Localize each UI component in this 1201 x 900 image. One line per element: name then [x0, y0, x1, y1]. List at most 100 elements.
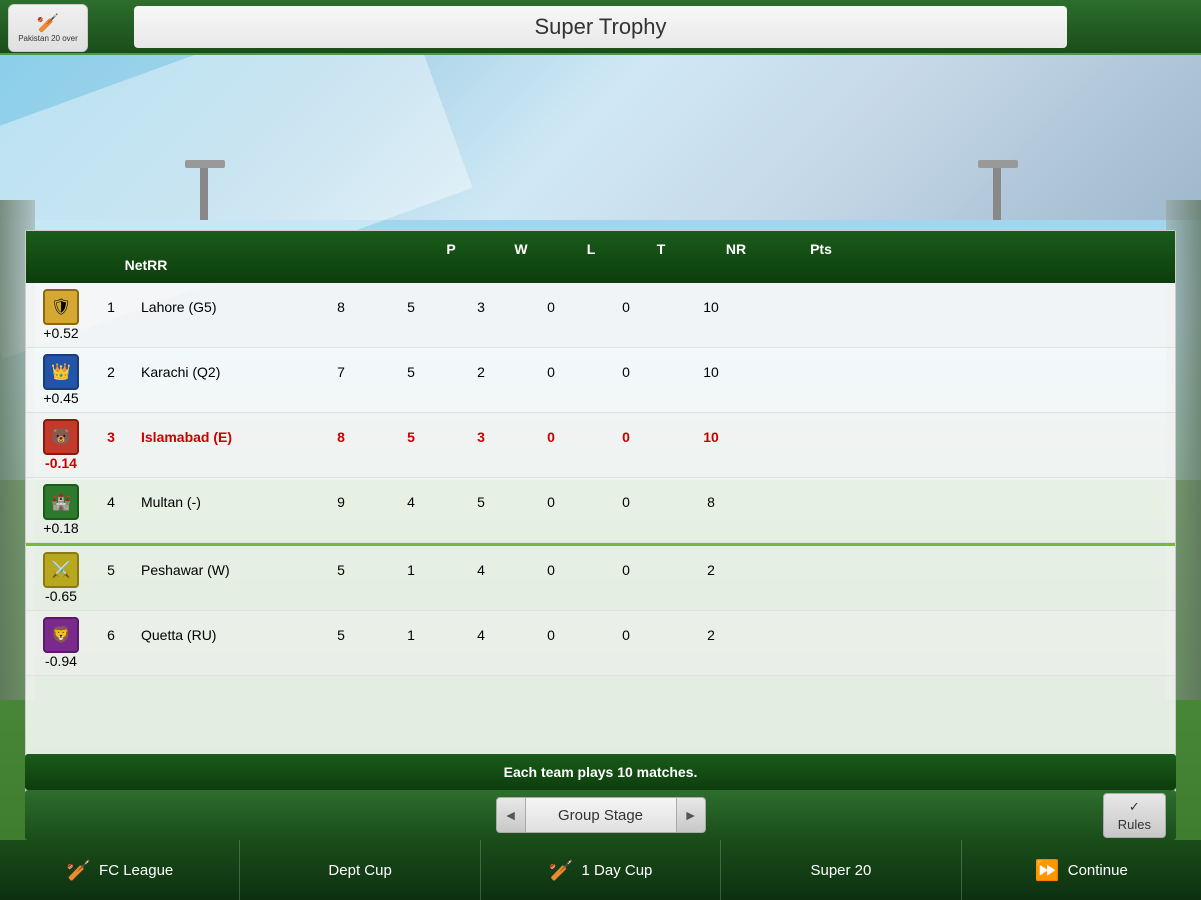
nr-lahore: 0 [586, 299, 666, 315]
nav-1day-cup-label: 1 Day Cup [582, 862, 653, 879]
rules-check-icon: ✓ [1129, 799, 1140, 815]
logo-text: Pakistan 20 over [18, 34, 78, 43]
nav-fc-league[interactable]: 🏏 FC League [0, 840, 240, 900]
pts-multan: 8 [666, 494, 756, 510]
netrr-peshawar: -0.65 [36, 588, 86, 604]
netrr-karachi: +0.45 [36, 390, 86, 406]
stage-label: Group Stage [526, 797, 676, 833]
netrr-multan: +0.18 [36, 520, 86, 536]
w-islamabad: 5 [376, 429, 446, 445]
team-name-islamabad: Islamabad (E) [136, 429, 306, 445]
pts-col-header: Pts [776, 241, 866, 257]
team-col-header [36, 241, 416, 257]
team-badge-multan: 🏰 [43, 484, 79, 520]
rank-4: 4 [86, 494, 136, 510]
w-karachi: 5 [376, 364, 446, 380]
info-bar: Each team plays 10 matches. [25, 754, 1176, 790]
info-text: Each team plays 10 matches. [504, 764, 698, 780]
p-lahore: 8 [306, 299, 376, 315]
team-name-lahore: Lahore (G5) [136, 299, 306, 315]
team-name-peshawar: Peshawar (W) [136, 562, 306, 578]
floodlight-right [993, 160, 1001, 220]
table-row: ⚔️ 5 Peshawar (W) 5 1 4 0 0 2 -0.65 [26, 546, 1175, 611]
w-lahore: 5 [376, 299, 446, 315]
p-karachi: 7 [306, 364, 376, 380]
l-karachi: 2 [446, 364, 516, 380]
w-col-header: W [486, 241, 556, 257]
stage-selector: ◄ Group Stage ► [496, 797, 706, 833]
t-lahore: 0 [516, 299, 586, 315]
team-name-karachi: Karachi (Q2) [136, 364, 306, 380]
stage-next-button[interactable]: ► [676, 797, 706, 833]
bottom-navigation: 🏏 FC League Dept Cup 🏏 1 Day Cup Super 2… [0, 840, 1201, 900]
header-bar: 🏏 Pakistan 20 over Super Trophy [0, 0, 1201, 55]
nav-super20-label: Super 20 [810, 862, 871, 879]
nr-col-header: NR [696, 241, 776, 257]
l-multan: 5 [446, 494, 516, 510]
nav-dept-cup-label: Dept Cup [328, 862, 391, 879]
rank-6: 6 [86, 627, 136, 643]
p-multan: 9 [306, 494, 376, 510]
team-badge-islamabad: 🐻 [43, 419, 79, 455]
cricket-icon-2: 🏏 [549, 858, 574, 883]
pts-peshawar: 2 [666, 562, 756, 578]
netrr-islamabad: -0.14 [36, 455, 86, 471]
pts-islamabad: 10 [666, 429, 756, 445]
nr-multan: 0 [586, 494, 666, 510]
stage-prev-button[interactable]: ◄ [496, 797, 526, 833]
rules-button[interactable]: ✓ Rules [1103, 793, 1166, 838]
l-quetta: 4 [446, 627, 516, 643]
rank-3: 3 [86, 429, 136, 445]
nav-1day-cup[interactable]: 🏏 1 Day Cup [481, 840, 721, 900]
table-row: 👑 2 Karachi (Q2) 7 5 2 0 0 10 +0.45 [26, 348, 1175, 413]
floodlight-left [200, 160, 208, 220]
nav-super20[interactable]: Super 20 [721, 840, 961, 900]
t-islamabad: 0 [516, 429, 586, 445]
rules-label: Rules [1118, 817, 1151, 832]
w-peshawar: 1 [376, 562, 446, 578]
team-name-quetta: Quetta (RU) [136, 627, 306, 643]
pts-lahore: 10 [666, 299, 756, 315]
t-peshawar: 0 [516, 562, 586, 578]
p-peshawar: 5 [306, 562, 376, 578]
rank-2: 2 [86, 364, 136, 380]
pts-karachi: 10 [666, 364, 756, 380]
page-title: Super Trophy [134, 6, 1066, 48]
nav-fc-league-label: FC League [99, 862, 173, 879]
team-name-multan: Multan (-) [136, 494, 306, 510]
l-col-header: L [556, 241, 626, 257]
continue-icon: ⏩ [1035, 858, 1060, 883]
netrr-lahore: +0.52 [36, 325, 86, 341]
cricket-ball-icon: 🏏 [37, 13, 59, 34]
cricket-icon-1: 🏏 [66, 858, 91, 883]
rank-5: 5 [86, 562, 136, 578]
t-multan: 0 [516, 494, 586, 510]
nav-dept-cup[interactable]: Dept Cup [240, 840, 480, 900]
p-islamabad: 8 [306, 429, 376, 445]
team-badge-lahore: 🛡 [43, 289, 79, 325]
nr-quetta: 0 [586, 627, 666, 643]
table-row: 🐻 3 Islamabad (E) 8 5 3 0 0 10 -0.14 [26, 413, 1175, 478]
netrr-quetta: -0.94 [36, 653, 86, 669]
team-badge-peshawar: ⚔️ [43, 552, 79, 588]
p-col-header: P [416, 241, 486, 257]
w-quetta: 1 [376, 627, 446, 643]
nr-islamabad: 0 [586, 429, 666, 445]
w-multan: 4 [376, 494, 446, 510]
team-badge-quetta: 🦁 [43, 617, 79, 653]
table-row: 🛡 1 Lahore (G5) 8 5 3 0 0 10 +0.52 [26, 283, 1175, 348]
rank-1: 1 [86, 299, 136, 315]
p-quetta: 5 [306, 627, 376, 643]
nav-continue[interactable]: ⏩ Continue [962, 840, 1201, 900]
table-row: 🦁 6 Quetta (RU) 5 1 4 0 0 2 -0.94 [26, 611, 1175, 676]
nr-peshawar: 0 [586, 562, 666, 578]
t-col-header: T [626, 241, 696, 257]
standings-table: P W L T NR Pts NetRR 🛡 1 Lahore (G5) 8 5… [25, 230, 1176, 807]
l-lahore: 3 [446, 299, 516, 315]
table-header-row: P W L T NR Pts NetRR [26, 231, 1175, 283]
t-karachi: 0 [516, 364, 586, 380]
t-quetta: 0 [516, 627, 586, 643]
stage-navigation-bar: ◄ Group Stage ► ✓ Rules [25, 790, 1176, 840]
header-logo: 🏏 Pakistan 20 over [8, 4, 88, 52]
nav-continue-label: Continue [1068, 862, 1128, 879]
